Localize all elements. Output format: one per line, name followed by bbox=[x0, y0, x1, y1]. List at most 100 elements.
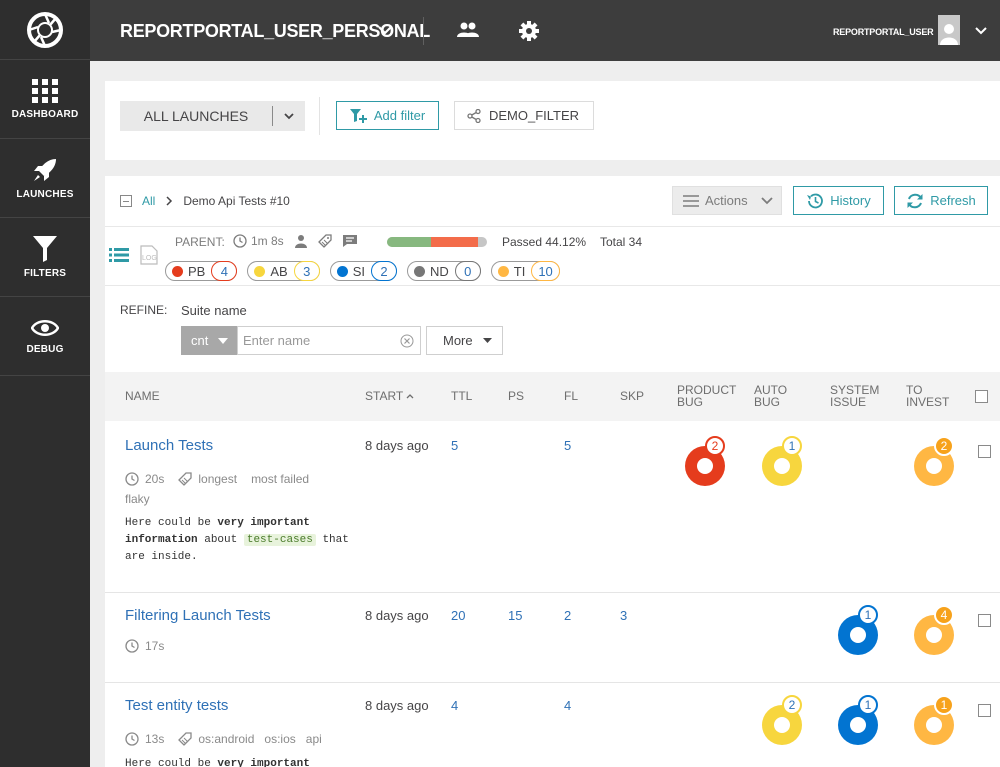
col-system-issue[interactable]: SYSTEM ISSUE bbox=[830, 384, 879, 408]
suite-name-input[interactable]: Enter name bbox=[237, 326, 421, 355]
col-fl[interactable]: FL bbox=[564, 390, 578, 402]
more-filters-button[interactable]: More bbox=[426, 326, 503, 355]
top-header: REPORTPORTAL_USER_PERSONAL REPORTPORTAL_… bbox=[90, 0, 1000, 61]
product-bug-donut[interactable]: 2 bbox=[685, 436, 725, 486]
sidebar-item-launches[interactable]: LAUNCHES bbox=[0, 139, 90, 218]
parent-duration: 1m 8s bbox=[251, 234, 284, 248]
row-checkbox[interactable] bbox=[978, 704, 991, 717]
description-icon[interactable] bbox=[342, 234, 358, 248]
gear-icon[interactable] bbox=[519, 21, 539, 41]
sidebar-item-debug[interactable]: DEBUG bbox=[0, 297, 90, 376]
row-ps[interactable]: 15 bbox=[508, 608, 522, 623]
defect-badge: 1 bbox=[782, 436, 802, 456]
condition-dropdown[interactable]: cnt bbox=[181, 326, 237, 355]
defect-badge: 1 bbox=[858, 605, 878, 625]
to-investigate-donut[interactable]: 2 bbox=[914, 436, 954, 486]
breadcrumb-all-link[interactable]: All bbox=[142, 194, 155, 208]
refresh-label: Refresh bbox=[930, 193, 976, 208]
product-bug-dot bbox=[172, 265, 183, 277]
chevron-down-icon[interactable] bbox=[273, 110, 305, 122]
sidebar-item-filters[interactable]: FILTERS bbox=[0, 218, 90, 297]
row-checkbox[interactable] bbox=[978, 614, 991, 627]
refresh-icon bbox=[907, 193, 923, 208]
logo[interactable] bbox=[0, 0, 90, 60]
avatar[interactable] bbox=[938, 15, 960, 45]
to-investigate-donut[interactable]: 4 bbox=[914, 605, 954, 655]
col-to-invest-line2: INVEST bbox=[906, 395, 950, 409]
collapse-all-checkbox[interactable] bbox=[120, 195, 132, 207]
row-name-link[interactable]: Filtering Launch Tests bbox=[125, 607, 271, 624]
row-ttl[interactable]: 20 bbox=[451, 608, 465, 623]
row-start: 8 days ago bbox=[365, 608, 429, 623]
col-skp[interactable]: SKP bbox=[620, 390, 644, 402]
header-divider bbox=[423, 17, 424, 45]
row-fl[interactable]: 5 bbox=[564, 438, 571, 453]
tag-icon[interactable] bbox=[317, 234, 332, 248]
demo-filter-tab[interactable]: DEMO_FILTER bbox=[454, 101, 594, 130]
auto-bug-donut[interactable]: 1 bbox=[762, 436, 802, 486]
defect-count[interactable]: 10 bbox=[531, 261, 560, 281]
tag-link[interactable]: longest bbox=[198, 472, 237, 486]
row-name-link[interactable]: Test entity tests bbox=[125, 697, 228, 714]
log-view-icon[interactable]: LOG bbox=[138, 245, 160, 265]
filter-bar: ALL LAUNCHES Add filter DEMO_FILTER bbox=[105, 81, 1000, 160]
row-ttl[interactable]: 4 bbox=[451, 698, 458, 713]
row-ttl[interactable]: 5 bbox=[451, 438, 458, 453]
col-auto-bug[interactable]: AUTO BUG bbox=[754, 384, 787, 408]
col-ps[interactable]: PS bbox=[508, 390, 524, 402]
select-all-checkbox[interactable] bbox=[975, 390, 988, 403]
system-issue-donut[interactable]: 1 bbox=[838, 605, 878, 655]
sidebar-item-dashboard[interactable]: DASHBOARD bbox=[0, 60, 90, 139]
history-button[interactable]: History bbox=[793, 186, 884, 215]
clear-icon[interactable] bbox=[400, 334, 414, 348]
row-skp[interactable]: 3 bbox=[620, 608, 627, 623]
col-system-issue-line2: ISSUE bbox=[830, 395, 867, 409]
tag-link[interactable]: os:android bbox=[198, 732, 254, 746]
all-launches-dropdown[interactable]: ALL LAUNCHES bbox=[120, 101, 305, 131]
col-ttl[interactable]: TTL bbox=[451, 390, 472, 402]
user-name[interactable]: REPORTPORTAL_USER bbox=[833, 27, 934, 37]
refresh-button[interactable]: Refresh bbox=[894, 186, 988, 215]
col-to-invest[interactable]: TO INVEST bbox=[906, 384, 949, 408]
col-product-bug[interactable]: PRODUCT BUG bbox=[677, 384, 736, 408]
auto-bug-donut[interactable]: 2 bbox=[762, 695, 802, 745]
to-investigate-donut[interactable]: 1 bbox=[914, 695, 954, 745]
defect-chip-si[interactable]: SI 2 bbox=[329, 261, 397, 281]
tag-link[interactable]: api bbox=[306, 732, 322, 746]
breadcrumb-current: Demo Api Tests #10 bbox=[183, 194, 290, 208]
desc-bold: very important bbox=[217, 758, 310, 767]
defect-chip-ti[interactable]: TI 10 bbox=[490, 261, 560, 281]
row-duration: 17s bbox=[145, 639, 165, 653]
defect-count[interactable]: 2 bbox=[370, 261, 397, 281]
donut-hole bbox=[926, 627, 942, 643]
add-filter-button[interactable]: Add filter bbox=[336, 101, 439, 130]
tag-link[interactable]: flaky bbox=[125, 492, 150, 506]
row-fl[interactable]: 2 bbox=[564, 608, 571, 623]
col-name[interactable]: NAME bbox=[125, 390, 160, 402]
clock-icon bbox=[125, 732, 139, 746]
defect-code: PB bbox=[188, 263, 206, 279]
actions-button[interactable]: Actions bbox=[672, 186, 782, 215]
defect-count[interactable]: 3 bbox=[293, 261, 320, 281]
row-name-link[interactable]: Launch Tests bbox=[125, 437, 213, 454]
history-label: History bbox=[830, 193, 871, 208]
defect-chip-nd[interactable]: ND 0 bbox=[406, 261, 481, 281]
row-fl[interactable]: 4 bbox=[564, 698, 571, 713]
tag-link[interactable]: os:ios bbox=[264, 732, 295, 746]
defect-count[interactable]: 0 bbox=[454, 261, 481, 281]
project-chevron-down-icon[interactable] bbox=[377, 22, 393, 38]
system-issue-donut[interactable]: 1 bbox=[838, 695, 878, 745]
members-icon[interactable] bbox=[457, 22, 479, 38]
donut-hole bbox=[850, 717, 866, 733]
row-checkbox[interactable] bbox=[978, 445, 991, 458]
defect-badge: 1 bbox=[858, 695, 878, 715]
defect-count[interactable]: 4 bbox=[211, 261, 238, 281]
defect-chip-ab[interactable]: AB 3 bbox=[247, 261, 320, 281]
user-menu-chevron-down-icon[interactable] bbox=[974, 24, 988, 38]
defect-chip-pb[interactable]: PB 4 bbox=[165, 261, 238, 281]
col-start[interactable]: START bbox=[365, 390, 414, 402]
tag-link[interactable]: most failed bbox=[251, 472, 309, 486]
chevron-down-icon bbox=[761, 196, 773, 204]
owner-icon[interactable] bbox=[294, 234, 308, 248]
list-view-icon[interactable] bbox=[109, 248, 129, 262]
